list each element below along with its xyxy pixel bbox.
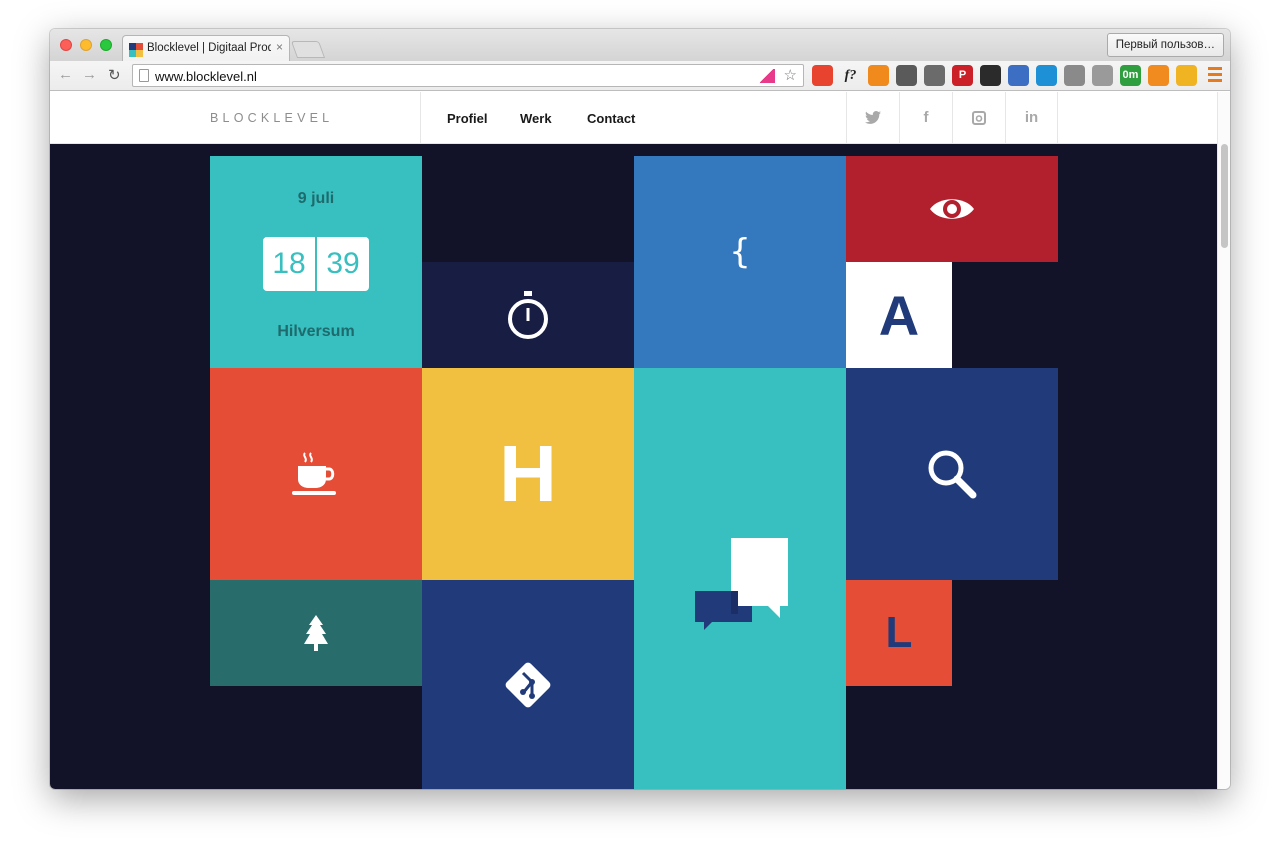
coffee-tile[interactable]: [210, 368, 422, 580]
search-icon: [928, 450, 977, 499]
back-button[interactable]: ←: [58, 66, 73, 83]
clock-city: Hilversum: [277, 323, 355, 340]
ring-icon[interactable]: [1064, 65, 1085, 86]
minimize-window-button[interactable]: [80, 39, 92, 51]
header-divider: [420, 92, 421, 144]
letter-a: A: [878, 283, 920, 347]
facebook-icon[interactable]: f: [899, 92, 952, 144]
chart-icon[interactable]: [1148, 65, 1169, 86]
shield-icon[interactable]: [812, 65, 833, 86]
letter-a-tile[interactable]: A: [846, 262, 952, 368]
close-window-button[interactable]: [60, 39, 72, 51]
tab-close-button[interactable]: ×: [276, 40, 283, 54]
bookmark-star-icon[interactable]: ☆: [784, 66, 797, 84]
tab-strip: Blocklevel | Digitaal Produc × Первый по…: [50, 29, 1230, 62]
favicon-icon: [129, 43, 143, 57]
scrollbar-thumb[interactable]: [1221, 144, 1228, 248]
letter-h-tile[interactable]: H: [422, 368, 634, 580]
stopwatch-icon: [508, 291, 548, 339]
site-header: BLOCKLEVEL Profiel Werk Contact f in: [50, 92, 1217, 144]
letter-l: L: [885, 608, 913, 657]
profile-button[interactable]: Первый пользов…: [1106, 33, 1224, 57]
nav-link-profiel[interactable]: Profiel: [447, 111, 487, 126]
fire-icon[interactable]: [868, 65, 889, 86]
eye-tile[interactable]: [846, 156, 1058, 262]
browser-toolbar: ← → ↻ www.blocklevel.nl ☆ f? P 0m: [50, 61, 1230, 91]
letter-l-tile[interactable]: L: [846, 580, 952, 686]
site-logo[interactable]: BLOCKLEVEL: [210, 111, 333, 125]
pocket-icon[interactable]: [924, 65, 945, 86]
nav-link-werk[interactable]: Werk: [520, 111, 552, 126]
reload-button[interactable]: ↻: [108, 66, 121, 84]
address-bar[interactable]: www.blocklevel.nl ☆: [132, 64, 804, 87]
search-tile[interactable]: [846, 368, 1058, 580]
stairs-extension-icon[interactable]: [760, 69, 775, 83]
chat-tile[interactable]: [634, 368, 846, 789]
new-tab-button[interactable]: [290, 41, 326, 58]
clock-date: 9 juli: [297, 190, 335, 207]
brace-icon: {: [729, 232, 751, 272]
menu-icon[interactable]: [1208, 67, 1222, 82]
stopwatch-tile[interactable]: [422, 262, 634, 368]
clock-minutes: 39: [326, 247, 360, 280]
chat-bubbles-icon: [695, 537, 788, 630]
badge-icon[interactable]: 0m: [1120, 65, 1141, 86]
clock-face: 18 39: [263, 237, 369, 291]
browser-tab[interactable]: Blocklevel | Digitaal Produc ×: [122, 35, 290, 62]
eyedropper-icon[interactable]: [1008, 65, 1029, 86]
paw-icon[interactable]: [1176, 65, 1197, 86]
clock-tile: 9 juli 18 39 Hilversum: [210, 156, 422, 368]
twitter-icon[interactable]: [846, 92, 899, 144]
letter-h: H: [499, 429, 557, 518]
nav-link-contact[interactable]: Contact: [587, 111, 635, 126]
tree-tile[interactable]: [210, 580, 422, 686]
reader-icon[interactable]: [1092, 65, 1113, 86]
git-tile[interactable]: [422, 580, 634, 789]
forward-button[interactable]: →: [82, 66, 97, 83]
vertical-scrollbar[interactable]: [1217, 92, 1230, 789]
clock-hours: 18: [272, 247, 306, 280]
lens-icon[interactable]: [980, 65, 1001, 86]
url-text: www.blocklevel.nl: [155, 69, 257, 84]
linkedin-icon[interactable]: in: [1005, 92, 1058, 144]
git-icon: [505, 662, 551, 707]
tree-icon: [304, 615, 328, 651]
extension-bar: f? P 0m: [812, 65, 1197, 86]
tab-title: Blocklevel | Digitaal Produc: [147, 42, 271, 54]
page-icon: [139, 69, 149, 82]
web-page: BLOCKLEVEL Profiel Werk Contact f in 9 j…: [50, 92, 1217, 789]
maximize-window-button[interactable]: [100, 39, 112, 51]
pinterest-icon[interactable]: P: [952, 65, 973, 86]
font-icon[interactable]: f?: [840, 65, 861, 86]
coffee-cup-icon: [292, 452, 336, 495]
diamond-icon[interactable]: [1036, 65, 1057, 86]
instagram-icon[interactable]: [952, 92, 1005, 144]
code-tile[interactable]: {: [634, 156, 846, 368]
eye-icon: [930, 199, 974, 219]
browser-window: Blocklevel | Digitaal Produc × Первый по…: [50, 29, 1230, 789]
evernote-icon[interactable]: [896, 65, 917, 86]
